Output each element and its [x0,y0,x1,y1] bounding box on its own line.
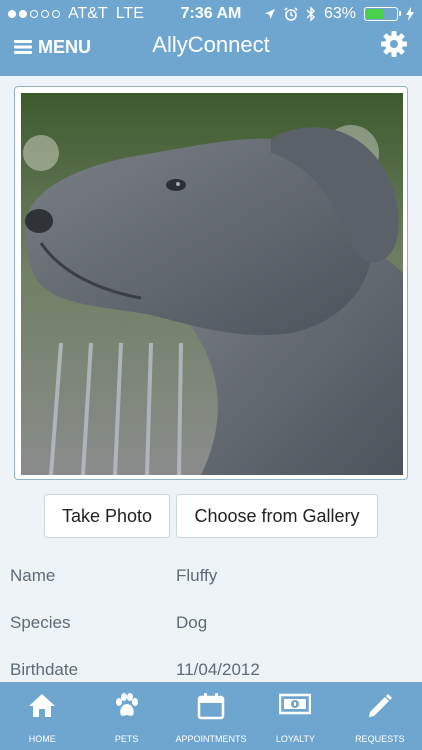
name-label: Name [10,566,56,585]
calendar-icon [197,693,225,720]
gear-icon[interactable] [380,30,408,58]
tab-label: REQUESTS [355,734,405,744]
tab-appointments[interactable]: APPOINTMENTS [169,682,253,750]
status-right: 63% [264,0,414,28]
charging-bolt-icon [406,7,414,21]
status-bar: AT&T LTE 7:36 AM 63% [0,0,422,28]
pet-photo-frame [14,86,408,480]
battery-fill [366,9,384,19]
battery-percent: 63% [323,5,356,22]
tab-bar: HOME PETS APPOINTMENTS LOYALTY REQUESTS [0,682,422,750]
choose-from-gallery-button[interactable]: Choose from Gallery [176,494,378,538]
name-value[interactable]: Fluffy [176,566,217,586]
pencil-icon [368,693,392,717]
tab-pets[interactable]: PETS [84,682,168,750]
home-icon [29,694,56,717]
species-value[interactable]: Dog [176,613,207,633]
top-bar: AT&T LTE 7:36 AM 63% MENU AllyConnect [0,0,422,76]
money-icon [279,693,312,715]
paw-icon [115,693,138,716]
app-title: AllyConnect [152,32,270,57]
take-photo-button[interactable]: Take Photo [44,494,170,538]
tab-label: PETS [114,734,139,744]
tab-home[interactable]: HOME [0,682,84,750]
birthdate-value[interactable]: 11/04/2012 [176,660,260,680]
nav-bar: MENU AllyConnect [0,28,422,76]
tab-label: APPOINTMENTS [175,734,247,744]
pet-photo [21,93,403,475]
tab-label: LOYALTY [275,734,316,744]
location-arrow-icon [264,9,275,19]
battery-icon [364,7,401,21]
bluetooth-icon [306,6,315,22]
tab-requests[interactable]: REQUESTS [338,682,422,750]
birthdate-label: Birthdate [10,660,79,679]
species-label: Species [10,613,71,632]
alarm-icon [284,7,298,21]
tab-label: HOME [28,734,56,744]
tab-loyalty[interactable]: LOYALTY [253,682,337,750]
